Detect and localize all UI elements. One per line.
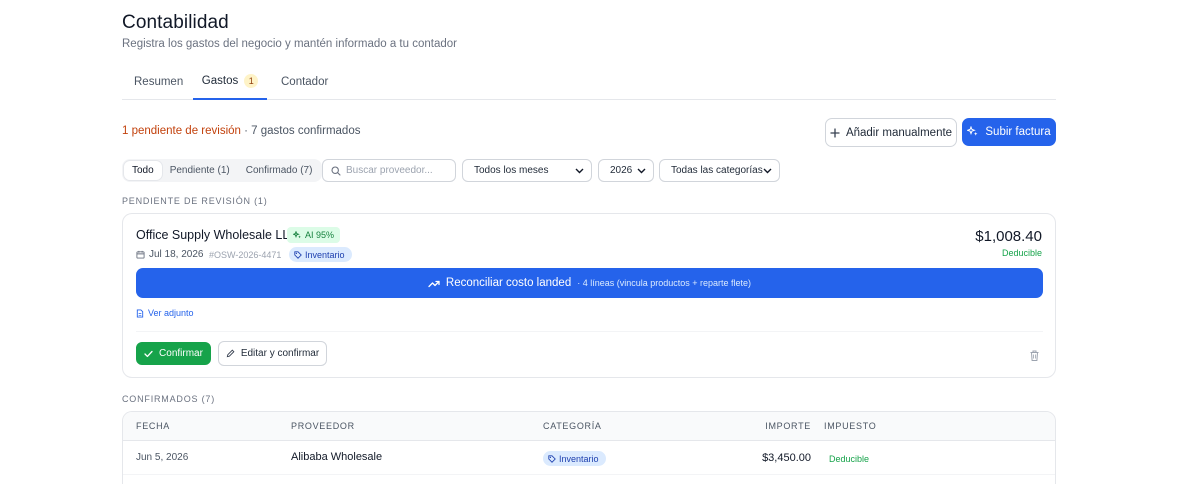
tax-status: Deducible bbox=[1001, 248, 1042, 258]
trash-icon[interactable] bbox=[1030, 348, 1039, 366]
ai-badge-label: AI 95% bbox=[305, 230, 335, 240]
pencil-icon bbox=[226, 349, 235, 358]
row-category-label: Inventario bbox=[559, 453, 599, 464]
vendor-name: Office Supply Wholesale LLC bbox=[136, 228, 299, 242]
confirmed-count: 7 gastos confirmados bbox=[251, 125, 361, 137]
vendor-search bbox=[322, 159, 456, 182]
tab-label: Contador bbox=[281, 75, 329, 88]
upload-invoice-button[interactable]: Subir factura bbox=[962, 118, 1056, 146]
confirm-button[interactable]: Confirmar bbox=[136, 342, 211, 365]
column-header-category[interactable]: CATEGORÍA bbox=[543, 421, 602, 431]
sparkles-icon bbox=[293, 230, 302, 240]
category-select[interactable]: Todas las categorías bbox=[659, 159, 780, 182]
row-category-badge: Inventario bbox=[543, 451, 606, 466]
filter-all[interactable]: Todo bbox=[124, 161, 162, 180]
category-badge-label: Inventario bbox=[305, 249, 345, 260]
upload-invoice-label: Subir factura bbox=[985, 126, 1051, 138]
row-date: Jun 5, 2026 bbox=[136, 452, 189, 463]
year-select[interactable]: 2026 bbox=[598, 159, 654, 182]
confirm-label: Confirmar bbox=[159, 348, 203, 359]
edit-and-confirm-label: Editar y confirmar bbox=[240, 348, 320, 359]
page-title: Contabilidad bbox=[122, 12, 229, 33]
expense-amount: $1,008.40 bbox=[975, 228, 1042, 245]
month-select-value: Todos los meses bbox=[474, 165, 549, 176]
add-manual-label: Añadir manualmente bbox=[845, 126, 953, 139]
view-attachment-link[interactable]: Ver adjunto bbox=[136, 308, 194, 318]
reconcile-detail: · 4 líneas (vincula productos + reparte … bbox=[577, 278, 752, 288]
pending-expense-card: Office Supply Wholesale LLC AI 95% Jul 1… bbox=[122, 213, 1056, 378]
view-attachment-label: Ver adjunto bbox=[148, 308, 194, 318]
tab-label: Gastos bbox=[201, 75, 239, 87]
filter-pending[interactable]: Pendiente (1) bbox=[162, 161, 238, 180]
add-manual-button[interactable]: Añadir manualmente bbox=[825, 118, 957, 147]
search-icon bbox=[331, 165, 341, 176]
table-header: FECHA PROVEEDOR CATEGORÍA IMPORTE IMPUES… bbox=[123, 412, 1055, 441]
pending-count: 1 pendiente de revisión bbox=[122, 125, 241, 137]
expense-summary: 1 pendiente de revisión · 7 gastos confi… bbox=[122, 125, 360, 137]
category-select-value: Todas las categorías bbox=[671, 165, 763, 176]
column-header-vendor[interactable]: PROVEEDOR bbox=[291, 421, 355, 431]
trending-up-icon bbox=[428, 279, 440, 288]
reconcile-label: Reconciliar costo landed bbox=[445, 277, 572, 289]
tab-gastos[interactable]: Gastos 1 bbox=[193, 64, 267, 100]
tag-icon bbox=[548, 454, 556, 463]
confirmed-expenses-table: FECHA PROVEEDOR CATEGORÍA IMPORTE IMPUES… bbox=[122, 411, 1056, 484]
tab-resumen[interactable]: Resumen bbox=[134, 64, 183, 99]
edit-and-confirm-button[interactable]: Editar y confirmar bbox=[218, 341, 327, 366]
row-tax-status: Deducible bbox=[829, 454, 870, 464]
plus-icon bbox=[830, 127, 840, 138]
row-amount: $3,450.00 bbox=[762, 452, 811, 464]
calendar-icon bbox=[136, 250, 145, 259]
tab-count-badge: 1 bbox=[244, 74, 259, 88]
tab-label: Resumen bbox=[134, 75, 184, 88]
chevron-down-icon bbox=[763, 168, 772, 174]
file-icon bbox=[136, 308, 144, 318]
expense-date: Jul 18, 2026 bbox=[136, 249, 204, 260]
page-subtitle: Registra los gastos del negocio y mantén… bbox=[122, 38, 457, 50]
column-header-date[interactable]: FECHA bbox=[136, 421, 170, 431]
month-select[interactable]: Todos los meses bbox=[462, 159, 592, 182]
expense-date-text: Jul 18, 2026 bbox=[149, 249, 204, 260]
reconcile-landed-cost-button[interactable]: Reconciliar costo landed · 4 líneas (vin… bbox=[136, 268, 1043, 298]
chevron-down-icon bbox=[637, 168, 646, 174]
card-divider bbox=[136, 331, 1043, 332]
column-header-amount[interactable]: IMPORTE bbox=[765, 421, 811, 431]
invoice-reference: #OSW-2026-4471 bbox=[209, 250, 282, 260]
sparkles-icon bbox=[967, 126, 979, 138]
check-icon bbox=[144, 350, 153, 358]
status-filter: Todo Pendiente (1) Confirmado (7) bbox=[122, 159, 323, 182]
column-header-tax[interactable]: IMPUESTO bbox=[824, 421, 876, 431]
tab-contador[interactable]: Contador bbox=[281, 64, 328, 99]
tag-icon bbox=[294, 250, 302, 259]
filter-confirmed[interactable]: Confirmado (7) bbox=[238, 161, 321, 180]
category-badge: Inventario bbox=[289, 247, 352, 262]
table-row[interactable]: Jun 5, 2026 Alibaba Wholesale Inventario… bbox=[123, 441, 1055, 475]
confirmed-section-label: CONFIRMADOS (7) bbox=[122, 394, 215, 404]
chevron-down-icon bbox=[575, 168, 584, 174]
tab-bar: Resumen Gastos 1 Contador bbox=[122, 64, 1056, 100]
pending-section-label: PENDIENTE DE REVISIÓN (1) bbox=[122, 196, 268, 206]
ai-confidence-badge: AI 95% bbox=[287, 227, 341, 243]
search-input[interactable] bbox=[346, 165, 446, 176]
year-select-value: 2026 bbox=[610, 165, 633, 176]
summary-separator: · bbox=[240, 125, 252, 137]
row-vendor: Alibaba Wholesale bbox=[291, 451, 383, 463]
